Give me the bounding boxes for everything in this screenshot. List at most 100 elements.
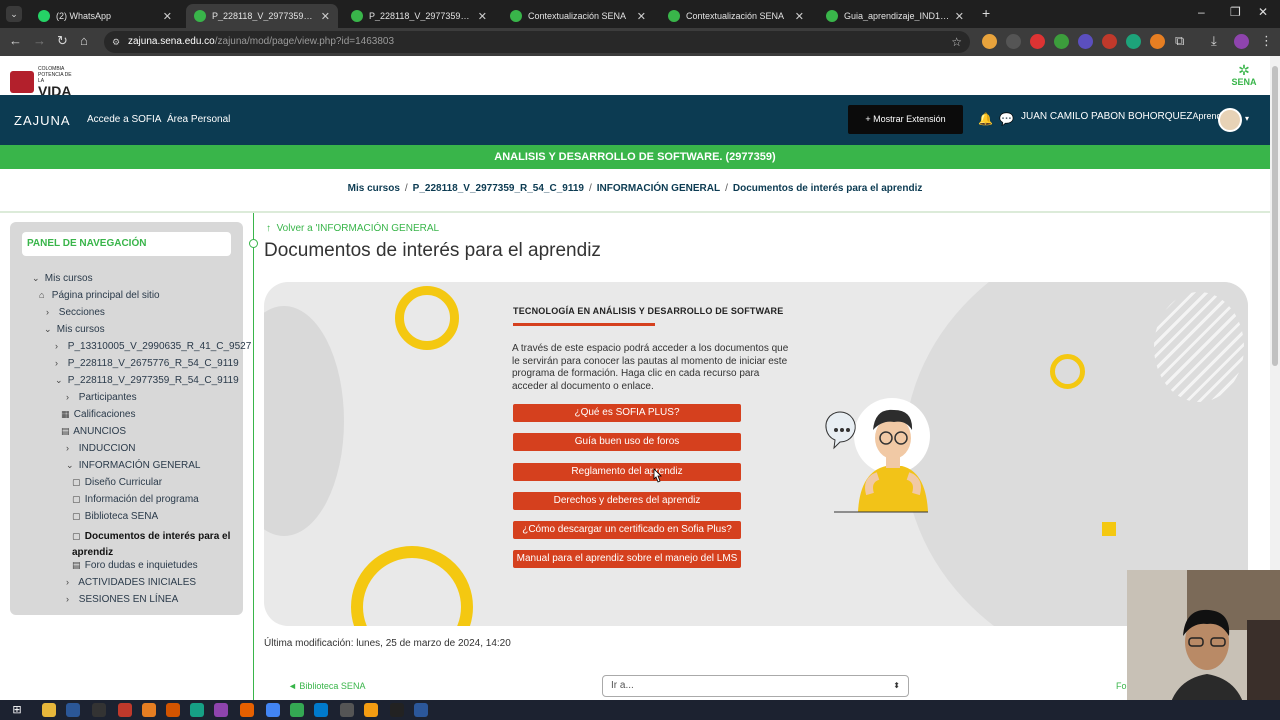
- next-activity-link[interactable]: Fo: [1116, 681, 1127, 691]
- site-info-icon[interactable]: ⚙: [112, 31, 120, 53]
- taskbar-app-icon[interactable]: [142, 703, 156, 717]
- divider: [0, 211, 1270, 213]
- browser-tab[interactable]: Contextualización SENA ✕: [502, 4, 654, 28]
- chrome-icon[interactable]: [266, 703, 280, 717]
- taskbar-app-icon[interactable]: [340, 703, 354, 717]
- new-tab-button[interactable]: +: [982, 5, 990, 21]
- doc-button-sofia-plus[interactable]: ¿Qué es SOFIA PLUS?: [513, 404, 741, 422]
- chevron-down-icon[interactable]: ▾: [1245, 114, 1249, 123]
- nav-foro-dudas[interactable]: ▤ Foro dudas e inquietudes: [72, 560, 198, 571]
- extension-icon[interactable]: [1030, 34, 1045, 49]
- taskbar-app-icon[interactable]: [166, 703, 180, 717]
- tab-close-icon[interactable]: ✕: [478, 10, 487, 23]
- doc-button-manual-lms[interactable]: Manual para el aprendiz sobre el manejo …: [513, 550, 741, 568]
- taskbar-app-icon[interactable]: [118, 703, 132, 717]
- tab-close-icon[interactable]: ✕: [321, 10, 330, 23]
- nav-area-personal[interactable]: Área Personal: [167, 114, 230, 125]
- nav-biblioteca-sena[interactable]: ▢ Biblioteca SENA: [72, 511, 158, 522]
- firefox-icon[interactable]: [240, 703, 254, 717]
- doc-button-reglamento[interactable]: Reglamento del aprendiz: [513, 463, 741, 481]
- scrollbar-thumb[interactable]: [1272, 66, 1278, 366]
- taskbar-app-icon[interactable]: [190, 703, 204, 717]
- nav-documentos-interes[interactable]: ▢ Documentos de interés para el aprendiz: [72, 528, 240, 561]
- taskbar-app-icon[interactable]: [214, 703, 228, 717]
- nav-induccion[interactable]: › INDUCCION: [66, 443, 135, 454]
- nav-participants[interactable]: › Participantes: [66, 392, 137, 403]
- extension-icon[interactable]: [1126, 34, 1141, 49]
- browser-tab[interactable]: P_228118_V_2977359_R_54_C_9119 ✕: [186, 4, 338, 28]
- minimize-icon[interactable]: –: [1198, 5, 1205, 19]
- nav-diseno-curricular[interactable]: ▢ Diseño Curricular: [72, 477, 162, 488]
- nav-my-courses-sub[interactable]: ⌄ Mis cursos: [44, 324, 105, 335]
- doc-button-certificado[interactable]: ¿Cómo descargar un certificado en Sofia …: [513, 521, 741, 539]
- nav-my-courses[interactable]: ⌄ Mis cursos: [32, 273, 93, 284]
- download-icon[interactable]: ⤓: [1211, 34, 1217, 48]
- jump-to-select[interactable]: Ir a... ⬍: [602, 675, 909, 697]
- extension-icon[interactable]: [1078, 34, 1093, 49]
- nav-item-label: Secciones: [58, 307, 105, 318]
- nav-informacion-general[interactable]: ⌄ INFORMACIÓN GENERAL: [66, 460, 200, 471]
- nav-sections[interactable]: › Secciones: [46, 307, 105, 318]
- taskbar-app-icon[interactable]: [390, 703, 404, 717]
- browser-tab[interactable]: Guia_aprendizaje_IND1.pdf ✕: [818, 4, 972, 28]
- doc-button-foros[interactable]: Guía buen uso de foros: [513, 433, 741, 451]
- extension-icon[interactable]: [1102, 34, 1117, 49]
- browser-tab[interactable]: (2) WhatsApp ✕: [30, 4, 180, 28]
- extension-icon[interactable]: [982, 34, 997, 49]
- nav-actividades-iniciales[interactable]: › ACTIVIDADES INICIALES: [66, 577, 196, 588]
- profile-avatar-icon[interactable]: [1234, 34, 1249, 49]
- browser-tab[interactable]: P_228118_V_2977359_R_54_C_9119 ✕: [343, 4, 495, 28]
- select-arrows-icon: ⬍: [893, 681, 900, 690]
- banner-heading: TECNOLOGÍA EN ANÁLISIS Y DESARROLLO DE S…: [513, 306, 784, 316]
- home-icon[interactable]: ⌂: [80, 34, 88, 48]
- decor-square: [1102, 522, 1116, 536]
- nav-site-home[interactable]: ⌂ Página principal del sitio: [39, 290, 160, 301]
- nav-sesiones-en-linea[interactable]: › SESIONES EN LÍNEA: [66, 594, 178, 605]
- restore-icon[interactable]: ❐: [1230, 5, 1241, 19]
- browser-tab[interactable]: Contextualización SENA ✕: [660, 4, 812, 28]
- extension-icon[interactable]: [1006, 34, 1021, 49]
- back-arrow-icon[interactable]: ←: [9, 34, 22, 48]
- tab-close-icon[interactable]: ✕: [795, 10, 804, 23]
- chat-icon[interactable]: 💬: [999, 112, 1014, 126]
- chrome-icon[interactable]: [290, 703, 304, 717]
- taskbar-app-icon[interactable]: [364, 703, 378, 717]
- extensions-puzzle-icon[interactable]: ⧉: [1175, 34, 1184, 48]
- terminal-icon[interactable]: [92, 703, 106, 717]
- nav-informacion-programa[interactable]: ▢ Información del programa: [72, 494, 199, 505]
- back-link[interactable]: ↑ Volver a 'INFORMACIÓN GENERAL: [266, 223, 439, 234]
- user-name[interactable]: JUAN CAMILO PABON BOHORQUEZAprendiz: [1021, 111, 1228, 122]
- nav-item-label: Documentos de interés para el aprendiz: [72, 531, 231, 558]
- close-window-icon[interactable]: ✕: [1258, 5, 1268, 19]
- zajuna-brand[interactable]: ZAJUNA: [14, 113, 71, 128]
- nav-course-2675776[interactable]: › P_228118_V_2675776_R_54_C_9119: [55, 358, 239, 369]
- user-avatar[interactable]: [1218, 108, 1242, 132]
- vscode-icon[interactable]: [314, 703, 328, 717]
- doc-button-derechos[interactable]: Derechos y deberes del aprendiz: [513, 492, 741, 510]
- browser-menu-icon[interactable]: ⋮: [1260, 34, 1273, 48]
- tab-close-icon[interactable]: ✕: [637, 10, 646, 23]
- file-explorer-icon[interactable]: [42, 703, 56, 717]
- start-icon[interactable]: ⊞: [10, 703, 24, 717]
- tab-close-icon[interactable]: ✕: [163, 10, 172, 23]
- reload-icon[interactable]: ↻: [57, 34, 68, 48]
- bookmark-star-icon[interactable]: ☆: [951, 31, 962, 53]
- nav-sofia[interactable]: Accede a SOFIA: [87, 114, 161, 125]
- bell-icon[interactable]: 🔔: [978, 112, 993, 126]
- nav-course-2977359[interactable]: ⌄ P_228118_V_2977359_R_54_C_9119: [55, 375, 239, 386]
- tab-close-icon[interactable]: ✕: [955, 10, 964, 23]
- url-field[interactable]: ⚙ zajuna.sena.edu.co/zajuna/mod/page/vie…: [104, 31, 970, 53]
- breadcrumb-item[interactable]: INFORMACIÓN GENERAL: [597, 183, 720, 194]
- nav-course-13310005[interactable]: › P_13310005_V_2990635_R_41_C_9527: [55, 341, 251, 352]
- breadcrumb-item[interactable]: Mis cursos: [348, 183, 400, 194]
- prev-activity-link[interactable]: ◄ Biblioteca SENA: [288, 681, 365, 691]
- forward-arrow-icon[interactable]: →: [33, 34, 46, 48]
- nav-grades[interactable]: ▦ Calificaciones: [61, 409, 135, 420]
- show-extension-button[interactable]: + Mostrar Extensión: [848, 105, 963, 134]
- word-icon[interactable]: [414, 703, 428, 717]
- taskbar-app-icon[interactable]: [66, 703, 80, 717]
- nav-announcements[interactable]: ▤ ANUNCIOS: [61, 426, 126, 437]
- breadcrumb-item[interactable]: P_228118_V_2977359_R_54_C_9119: [413, 183, 584, 194]
- extension-icon[interactable]: [1054, 34, 1069, 49]
- extension-icon[interactable]: [1150, 34, 1165, 49]
